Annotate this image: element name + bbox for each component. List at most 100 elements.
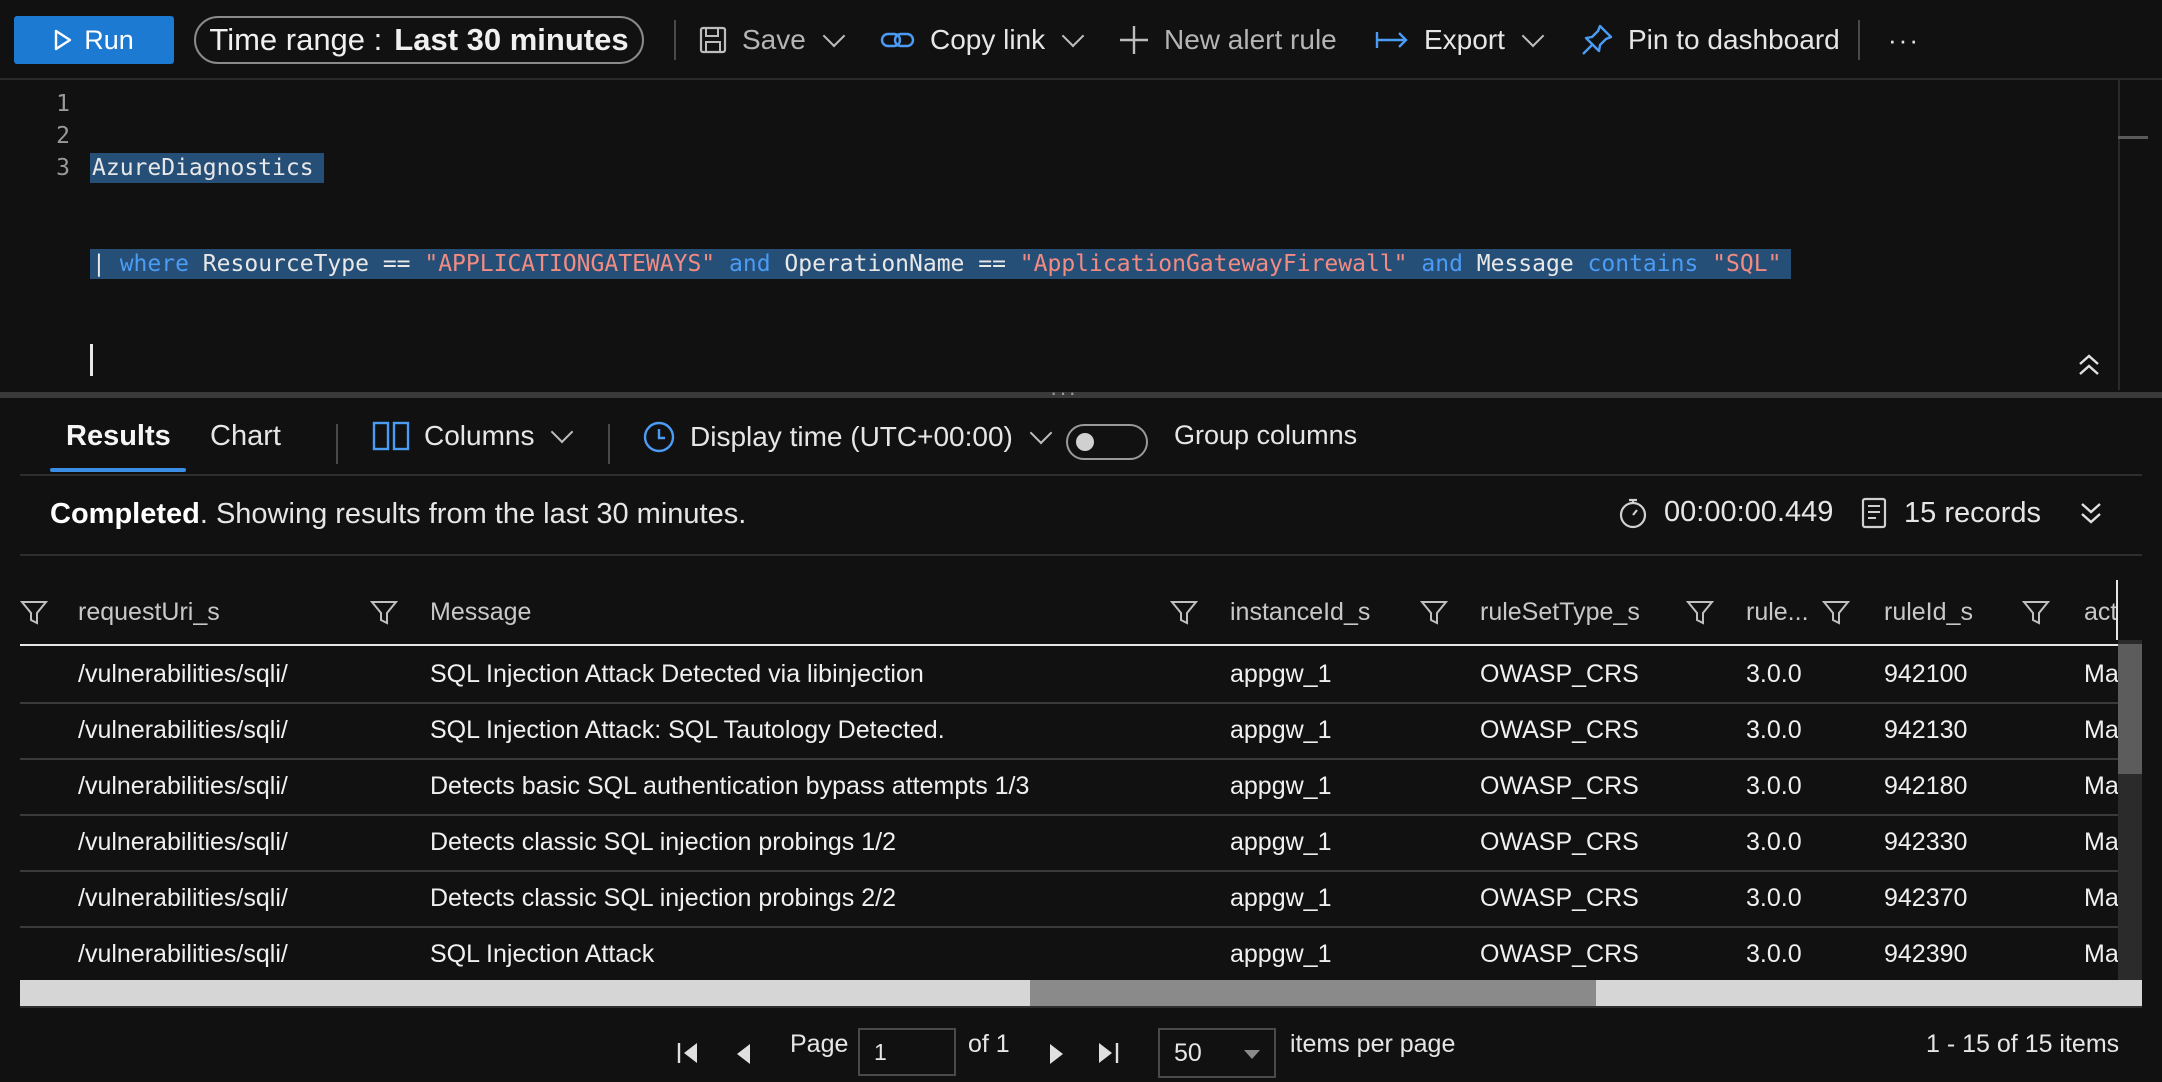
query-code[interactable]: AzureDiagnostics | where ResourceType ==… (90, 88, 1792, 408)
column-header-requesturi[interactable]: requestUri_s (78, 580, 378, 644)
export-label: Export (1424, 24, 1505, 55)
export-button[interactable]: Export (1374, 16, 1545, 64)
column-filter-button[interactable] (1686, 580, 1726, 644)
page-of-label: of 1 (968, 1030, 1010, 1058)
column-header-label: requestUri_s (78, 597, 220, 626)
plus-icon (1120, 26, 1148, 54)
cell-message: Detects basic SQL authentication bypass … (430, 771, 1030, 800)
horizontal-scrollbar-thumb[interactable] (1030, 980, 1596, 1006)
column-filter-button[interactable] (2022, 580, 2062, 644)
query-duration: 00:00:00.449 (1618, 496, 1833, 529)
cell-requesturi: /vulnerabilities/sqli/ (78, 883, 288, 912)
table-row[interactable]: /vulnerabilities/sqli/ SQL Injection Att… (20, 926, 2138, 982)
pane-splitter[interactable] (0, 392, 2162, 398)
expand-details-button[interactable] (2078, 500, 2104, 531)
filter-icon[interactable] (20, 598, 48, 626)
cell-requesturi: /vulnerabilities/sqli/ (78, 771, 288, 800)
columns-button[interactable]: Columns (372, 420, 574, 452)
items-per-page-select[interactable]: 50 (1158, 1028, 1276, 1078)
tab-results[interactable]: Results (66, 420, 171, 453)
vertical-scrollbar-edge (2116, 580, 2118, 640)
code-field: OperationName == (770, 251, 1020, 277)
more-options-button[interactable]: ··· (1888, 16, 1920, 64)
run-label: Run (84, 24, 134, 55)
save-icon (699, 26, 727, 54)
cell-instanceid: appgw_1 (1230, 827, 1332, 856)
column-header-rulesettype[interactable]: ruleSetType_s (1480, 580, 1680, 644)
table-row[interactable]: /vulnerabilities/sqli/ SQL Injection Att… (20, 646, 2138, 704)
pin-to-dashboard-button[interactable]: Pin to dashboard (1580, 16, 1840, 64)
records-icon (1861, 497, 1887, 529)
items-per-page-value: 50 (1174, 1038, 1202, 1067)
editor-overview-marker (2118, 136, 2148, 139)
cell-ruleid: 942370 (1884, 883, 1968, 912)
line-number: 1 (56, 91, 70, 117)
column-filter-button[interactable] (1822, 580, 1862, 644)
previous-page-icon (737, 1044, 750, 1064)
column-header-instanceid[interactable]: instanceId_s (1230, 580, 1430, 644)
editor-scrollbar[interactable] (2118, 80, 2120, 390)
text-cursor (90, 344, 93, 376)
first-page-button[interactable] (676, 1040, 700, 1066)
chevron-down-icon (1521, 24, 1545, 48)
code-table-name: AzureDiagnostics (90, 153, 324, 183)
table-row[interactable]: /vulnerabilities/sqli/ Detects basic SQL… (20, 758, 2138, 816)
cell-rulesettype: OWASP_CRS (1480, 771, 1639, 800)
filter-icon (1170, 601, 1198, 625)
save-button[interactable]: Save (698, 16, 846, 64)
collapse-editor-button[interactable] (2076, 352, 2102, 386)
column-header-ruleid[interactable]: ruleId_s (1884, 580, 2024, 644)
chevron-down-icon (1029, 421, 1053, 445)
stopwatch-icon (1619, 498, 1647, 528)
splitter-grip-icon[interactable]: ··· (1050, 380, 1078, 406)
time-range-value: Last 30 minutes (394, 22, 629, 57)
column-header-label: act (2084, 597, 2118, 626)
table-row[interactable]: /vulnerabilities/sqli/ Detects classic S… (20, 814, 2138, 872)
display-time-dropdown[interactable]: Display time (UTC+00:00) (642, 420, 1053, 454)
filter-icon (1420, 601, 1448, 625)
group-columns-label: Group columns (1174, 420, 1358, 450)
last-page-button[interactable] (1096, 1040, 1120, 1066)
code-string: "ApplicationGatewayFirewall" (1019, 251, 1408, 277)
toolbar-divider (674, 20, 676, 60)
new-alert-rule-button[interactable]: New alert rule (1118, 16, 1337, 64)
column-header-action[interactable]: act (2084, 580, 2138, 644)
column-header-label: Message (430, 597, 532, 626)
run-button[interactable]: Run (14, 16, 174, 64)
time-range-picker[interactable]: Time range : Last 30 minutes (194, 16, 644, 64)
table-row[interactable]: /vulnerabilities/sqli/ SQL Injection Att… (20, 702, 2138, 760)
record-count: 15 records (1860, 496, 2041, 530)
cell-rulesetversion: 3.0.0 (1746, 883, 1802, 912)
code-keyword-and: and (715, 251, 771, 277)
vertical-scrollbar-thumb[interactable] (2118, 644, 2142, 774)
cell-rulesetversion: 3.0.0 (1746, 771, 1802, 800)
cell-instanceid: appgw_1 (1230, 939, 1332, 968)
group-columns-toggle[interactable] (1066, 424, 1148, 460)
column-filter-button[interactable] (370, 580, 410, 644)
page-number-input[interactable] (858, 1028, 956, 1076)
cell-message: SQL Injection Attack: SQL Tautology Dete… (430, 715, 945, 744)
tab-chart[interactable]: Chart (210, 420, 281, 453)
link-icon (880, 32, 915, 48)
code-keyword-where: where (119, 251, 189, 277)
cell-ruleid: 942100 (1884, 659, 1968, 688)
column-header-label: rule... (1746, 597, 1809, 626)
code-keyword-contains: contains (1587, 251, 1699, 277)
column-filter-button[interactable] (1420, 580, 1460, 644)
cell-rulesetversion: 3.0.0 (1746, 659, 1802, 688)
previous-page-button[interactable] (734, 1042, 752, 1066)
toolbar-divider (1858, 20, 1860, 60)
column-header-message[interactable]: Message (430, 580, 1030, 644)
next-page-button[interactable] (1048, 1042, 1066, 1066)
table-row[interactable]: /vulnerabilities/sqli/ Detects classic S… (20, 870, 2138, 928)
cell-message: SQL Injection Attack (430, 939, 655, 968)
query-status: Completed. Showing results from the last… (50, 498, 746, 531)
toggle-knob (1076, 433, 1094, 451)
cell-rulesettype: OWASP_CRS (1480, 715, 1639, 744)
column-filter-button[interactable] (1170, 580, 1210, 644)
copy-link-button[interactable]: Copy link (880, 16, 1085, 64)
code-string: "SQL" (1698, 251, 1782, 277)
divider (20, 474, 2142, 476)
next-page-icon (1050, 1044, 1063, 1064)
cell-rulesettype: OWASP_CRS (1480, 659, 1639, 688)
